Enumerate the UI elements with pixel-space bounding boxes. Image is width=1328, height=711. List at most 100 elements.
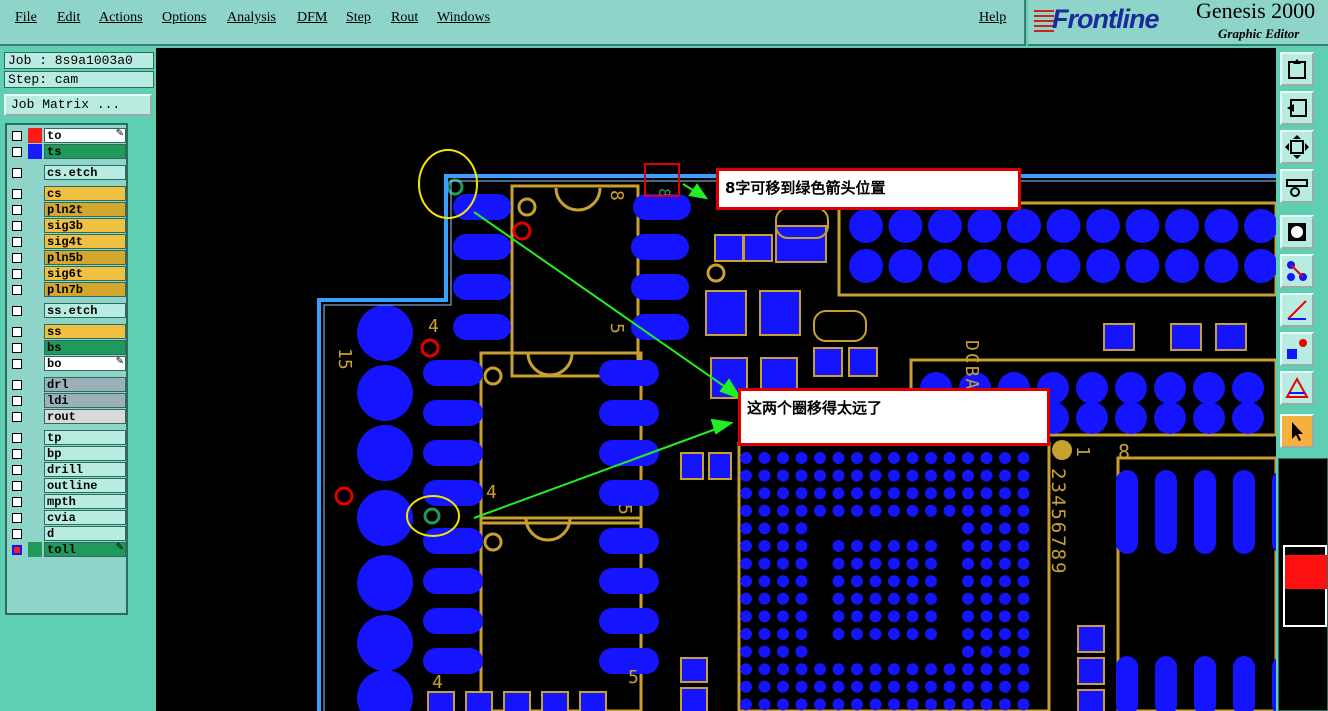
layer-name[interactable]: cs.etch xyxy=(44,165,126,180)
tool-export-button[interactable] xyxy=(1280,52,1314,86)
layer-row[interactable]: to ✎ xyxy=(10,128,126,143)
mini-map[interactable] xyxy=(1278,458,1328,711)
menu-rout[interactable]: Rout xyxy=(391,10,418,26)
tool-import-button[interactable] xyxy=(1280,91,1314,125)
menu-windows[interactable]: Windows xyxy=(437,10,490,26)
layer-name[interactable]: drill xyxy=(44,462,126,477)
layer-checkbox[interactable] xyxy=(12,147,22,157)
layer-row[interactable]: tp xyxy=(10,430,126,445)
menu-file[interactable]: File xyxy=(15,10,37,26)
graphic-canvas[interactable]: 15 4 4 4 8 8 8 5 5 5 1 DCBA 23456789 8字可… xyxy=(156,48,1276,711)
tool-line-button[interactable] xyxy=(1280,293,1314,327)
layer-checkbox[interactable] xyxy=(12,449,22,459)
layer-name[interactable]: bo xyxy=(44,356,126,371)
layer-name[interactable]: sig4t xyxy=(44,234,126,249)
tool-feature-button[interactable] xyxy=(1280,215,1314,249)
layer-checkbox[interactable] xyxy=(12,306,22,316)
layer-checkbox[interactable] xyxy=(12,253,22,263)
layer-row[interactable]: ldi xyxy=(10,393,126,408)
layer-row[interactable]: cs.etch xyxy=(10,165,126,180)
layer-checkbox[interactable] xyxy=(12,465,22,475)
layer-row[interactable]: pln7b xyxy=(10,282,126,297)
layer-name[interactable]: d xyxy=(44,526,126,541)
layer-checkbox[interactable] xyxy=(12,433,22,443)
layer-checkbox[interactable] xyxy=(12,343,22,353)
layer-checkbox[interactable] xyxy=(12,327,22,337)
layer-row[interactable]: drill xyxy=(10,462,126,477)
tool-polygon-button[interactable] xyxy=(1280,371,1314,405)
layer-name[interactable]: outline xyxy=(44,478,126,493)
layer-row[interactable]: rout xyxy=(10,409,126,424)
layer-checkbox[interactable] xyxy=(12,269,22,279)
tool-fit-button[interactable] xyxy=(1280,130,1314,164)
layer-checkbox[interactable] xyxy=(12,205,22,215)
layer-name[interactable]: sig6t xyxy=(44,266,126,281)
menu-step[interactable]: Step xyxy=(346,10,371,26)
layer-row[interactable]: pln2t xyxy=(10,202,126,217)
layer-name[interactable]: rout xyxy=(44,409,126,424)
layer-name[interactable]: mpth xyxy=(44,494,126,509)
menu-edit[interactable]: Edit xyxy=(57,10,80,26)
layer-row[interactable]: ss.etch xyxy=(10,303,126,318)
layer-checkbox[interactable] xyxy=(12,189,22,199)
layer-checkbox[interactable] xyxy=(12,237,22,247)
layer-row[interactable]: cs xyxy=(10,186,126,201)
layer-row[interactable]: bs xyxy=(10,340,126,355)
layer-checkbox[interactable] xyxy=(12,529,22,539)
layer-name[interactable]: cs xyxy=(44,186,126,201)
layer-row[interactable]: sig3b xyxy=(10,218,126,233)
layer-name[interactable]: bp xyxy=(44,446,126,461)
layer-row[interactable]: bp xyxy=(10,446,126,461)
layer-name[interactable]: bs xyxy=(44,340,126,355)
layer-row[interactable]: outline xyxy=(10,478,126,493)
layer-row[interactable]: ts xyxy=(10,144,126,159)
layer-row[interactable]: drl xyxy=(10,377,126,392)
layer-name[interactable]: pln7b xyxy=(44,282,126,297)
layer-checkbox[interactable] xyxy=(12,396,22,406)
layer-checkbox[interactable] xyxy=(12,380,22,390)
layer-name[interactable]: pln2t xyxy=(44,202,126,217)
menu-actions[interactable]: Actions xyxy=(99,10,143,26)
layer-name[interactable]: pln5b xyxy=(44,250,126,265)
layer-name[interactable]: toll xyxy=(44,542,126,557)
layer-color-swatch[interactable] xyxy=(28,144,42,159)
menu-dfm[interactable]: DFM xyxy=(297,10,327,26)
layer-name[interactable]: ldi xyxy=(44,393,126,408)
layer-row[interactable]: d xyxy=(10,526,126,541)
tool-pad-button[interactable] xyxy=(1280,332,1314,366)
layer-name[interactable]: to xyxy=(44,128,126,143)
layer-row[interactable]: bo ✎ xyxy=(10,356,126,371)
layer-name[interactable]: sig3b xyxy=(44,218,126,233)
layer-row[interactable]: sig6t xyxy=(10,266,126,281)
layer-row[interactable]: toll ✎ xyxy=(10,542,126,557)
job-matrix-button[interactable]: Job Matrix ... xyxy=(4,94,152,116)
layer-row[interactable]: pln5b xyxy=(10,250,126,265)
layer-checkbox[interactable] xyxy=(12,131,22,141)
layer-checkbox[interactable] xyxy=(12,481,22,491)
tool-net-button[interactable] xyxy=(1280,254,1314,288)
menu-help[interactable]: Help xyxy=(979,10,1006,26)
menu-options[interactable]: Options xyxy=(162,10,206,26)
layer-name[interactable]: ts xyxy=(44,144,126,159)
layer-checkbox[interactable] xyxy=(12,513,22,523)
layer-row[interactable]: ss xyxy=(10,324,126,339)
layer-name[interactable]: tp xyxy=(44,430,126,445)
layer-checkbox[interactable] xyxy=(12,412,22,422)
layer-row[interactable]: mpth xyxy=(10,494,126,509)
layer-name[interactable]: ss.etch xyxy=(44,303,126,318)
layer-row[interactable]: sig4t xyxy=(10,234,126,249)
layer-row[interactable]: cvia xyxy=(10,510,126,525)
layer-name[interactable]: drl xyxy=(44,377,126,392)
tool-measure-button[interactable] xyxy=(1280,169,1314,203)
layer-checkbox[interactable] xyxy=(12,221,22,231)
layer-color-swatch[interactable] xyxy=(28,128,42,143)
layer-checkbox[interactable] xyxy=(12,545,22,555)
tool-select-button[interactable] xyxy=(1280,414,1314,448)
layer-checkbox[interactable] xyxy=(12,168,22,178)
layer-color-swatch[interactable] xyxy=(28,542,42,557)
layer-name[interactable]: ss xyxy=(44,324,126,339)
layer-checkbox[interactable] xyxy=(12,359,22,369)
menu-analysis[interactable]: Analysis xyxy=(227,10,276,26)
layer-checkbox[interactable] xyxy=(12,497,22,507)
pcb-drawing[interactable]: 15 4 4 4 8 8 8 5 5 5 1 DCBA 23456789 xyxy=(156,48,1276,711)
